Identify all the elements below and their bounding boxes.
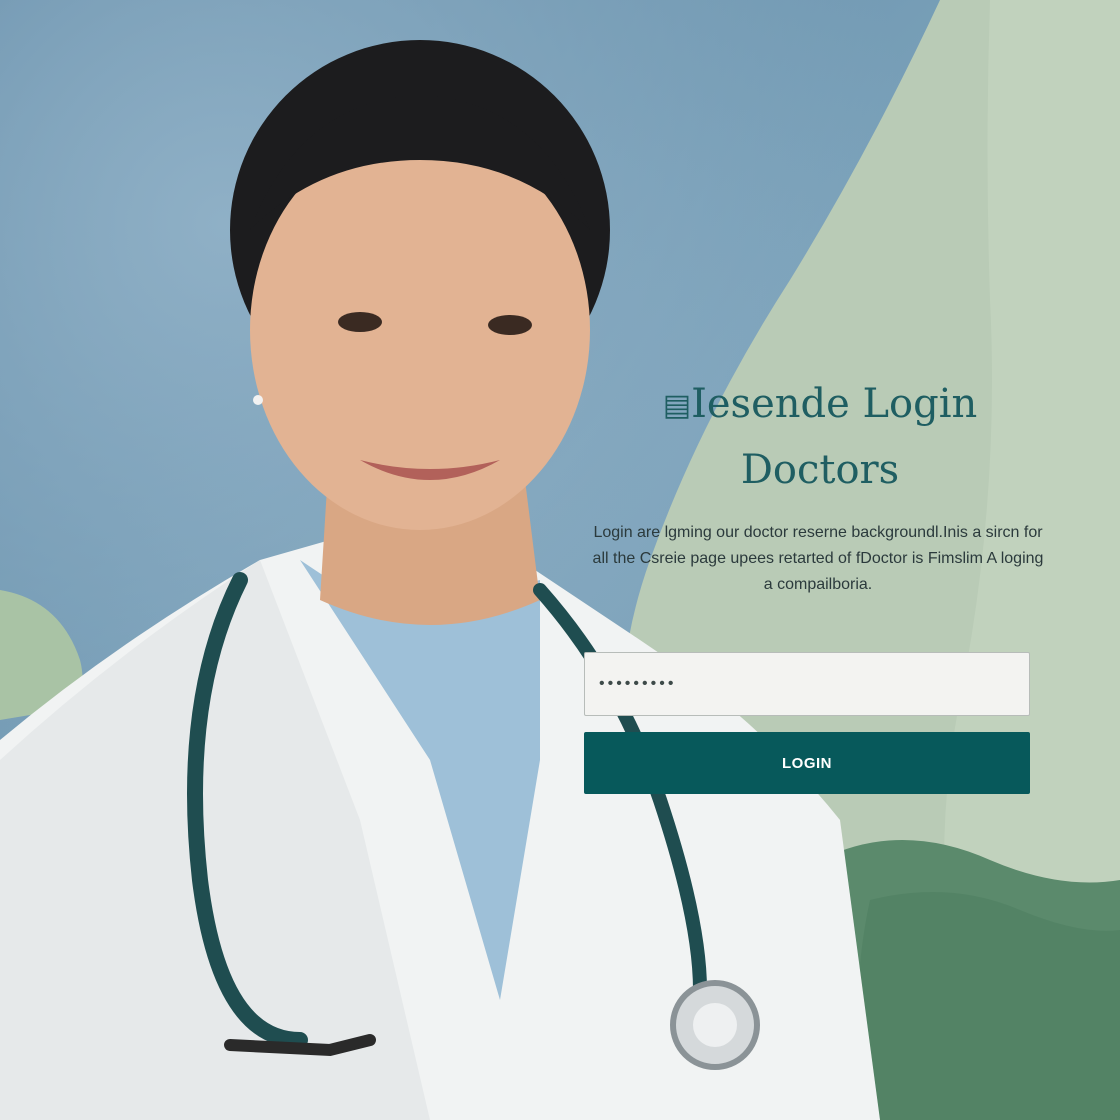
password-mask: ••••••••• bbox=[599, 675, 677, 692]
title-line-1: Iesende Login bbox=[691, 381, 978, 427]
login-description: Login are lgming our doctor reserne back… bbox=[592, 524, 1044, 593]
briefcase-icon: ▤ bbox=[662, 388, 692, 423]
page-title: ▤Iesende Login Doctors bbox=[600, 372, 1040, 502]
title-line-2: Doctors bbox=[740, 447, 900, 493]
password-input[interactable]: ••••••••• bbox=[584, 652, 1030, 716]
login-button[interactable]: LOGIN bbox=[584, 732, 1030, 794]
